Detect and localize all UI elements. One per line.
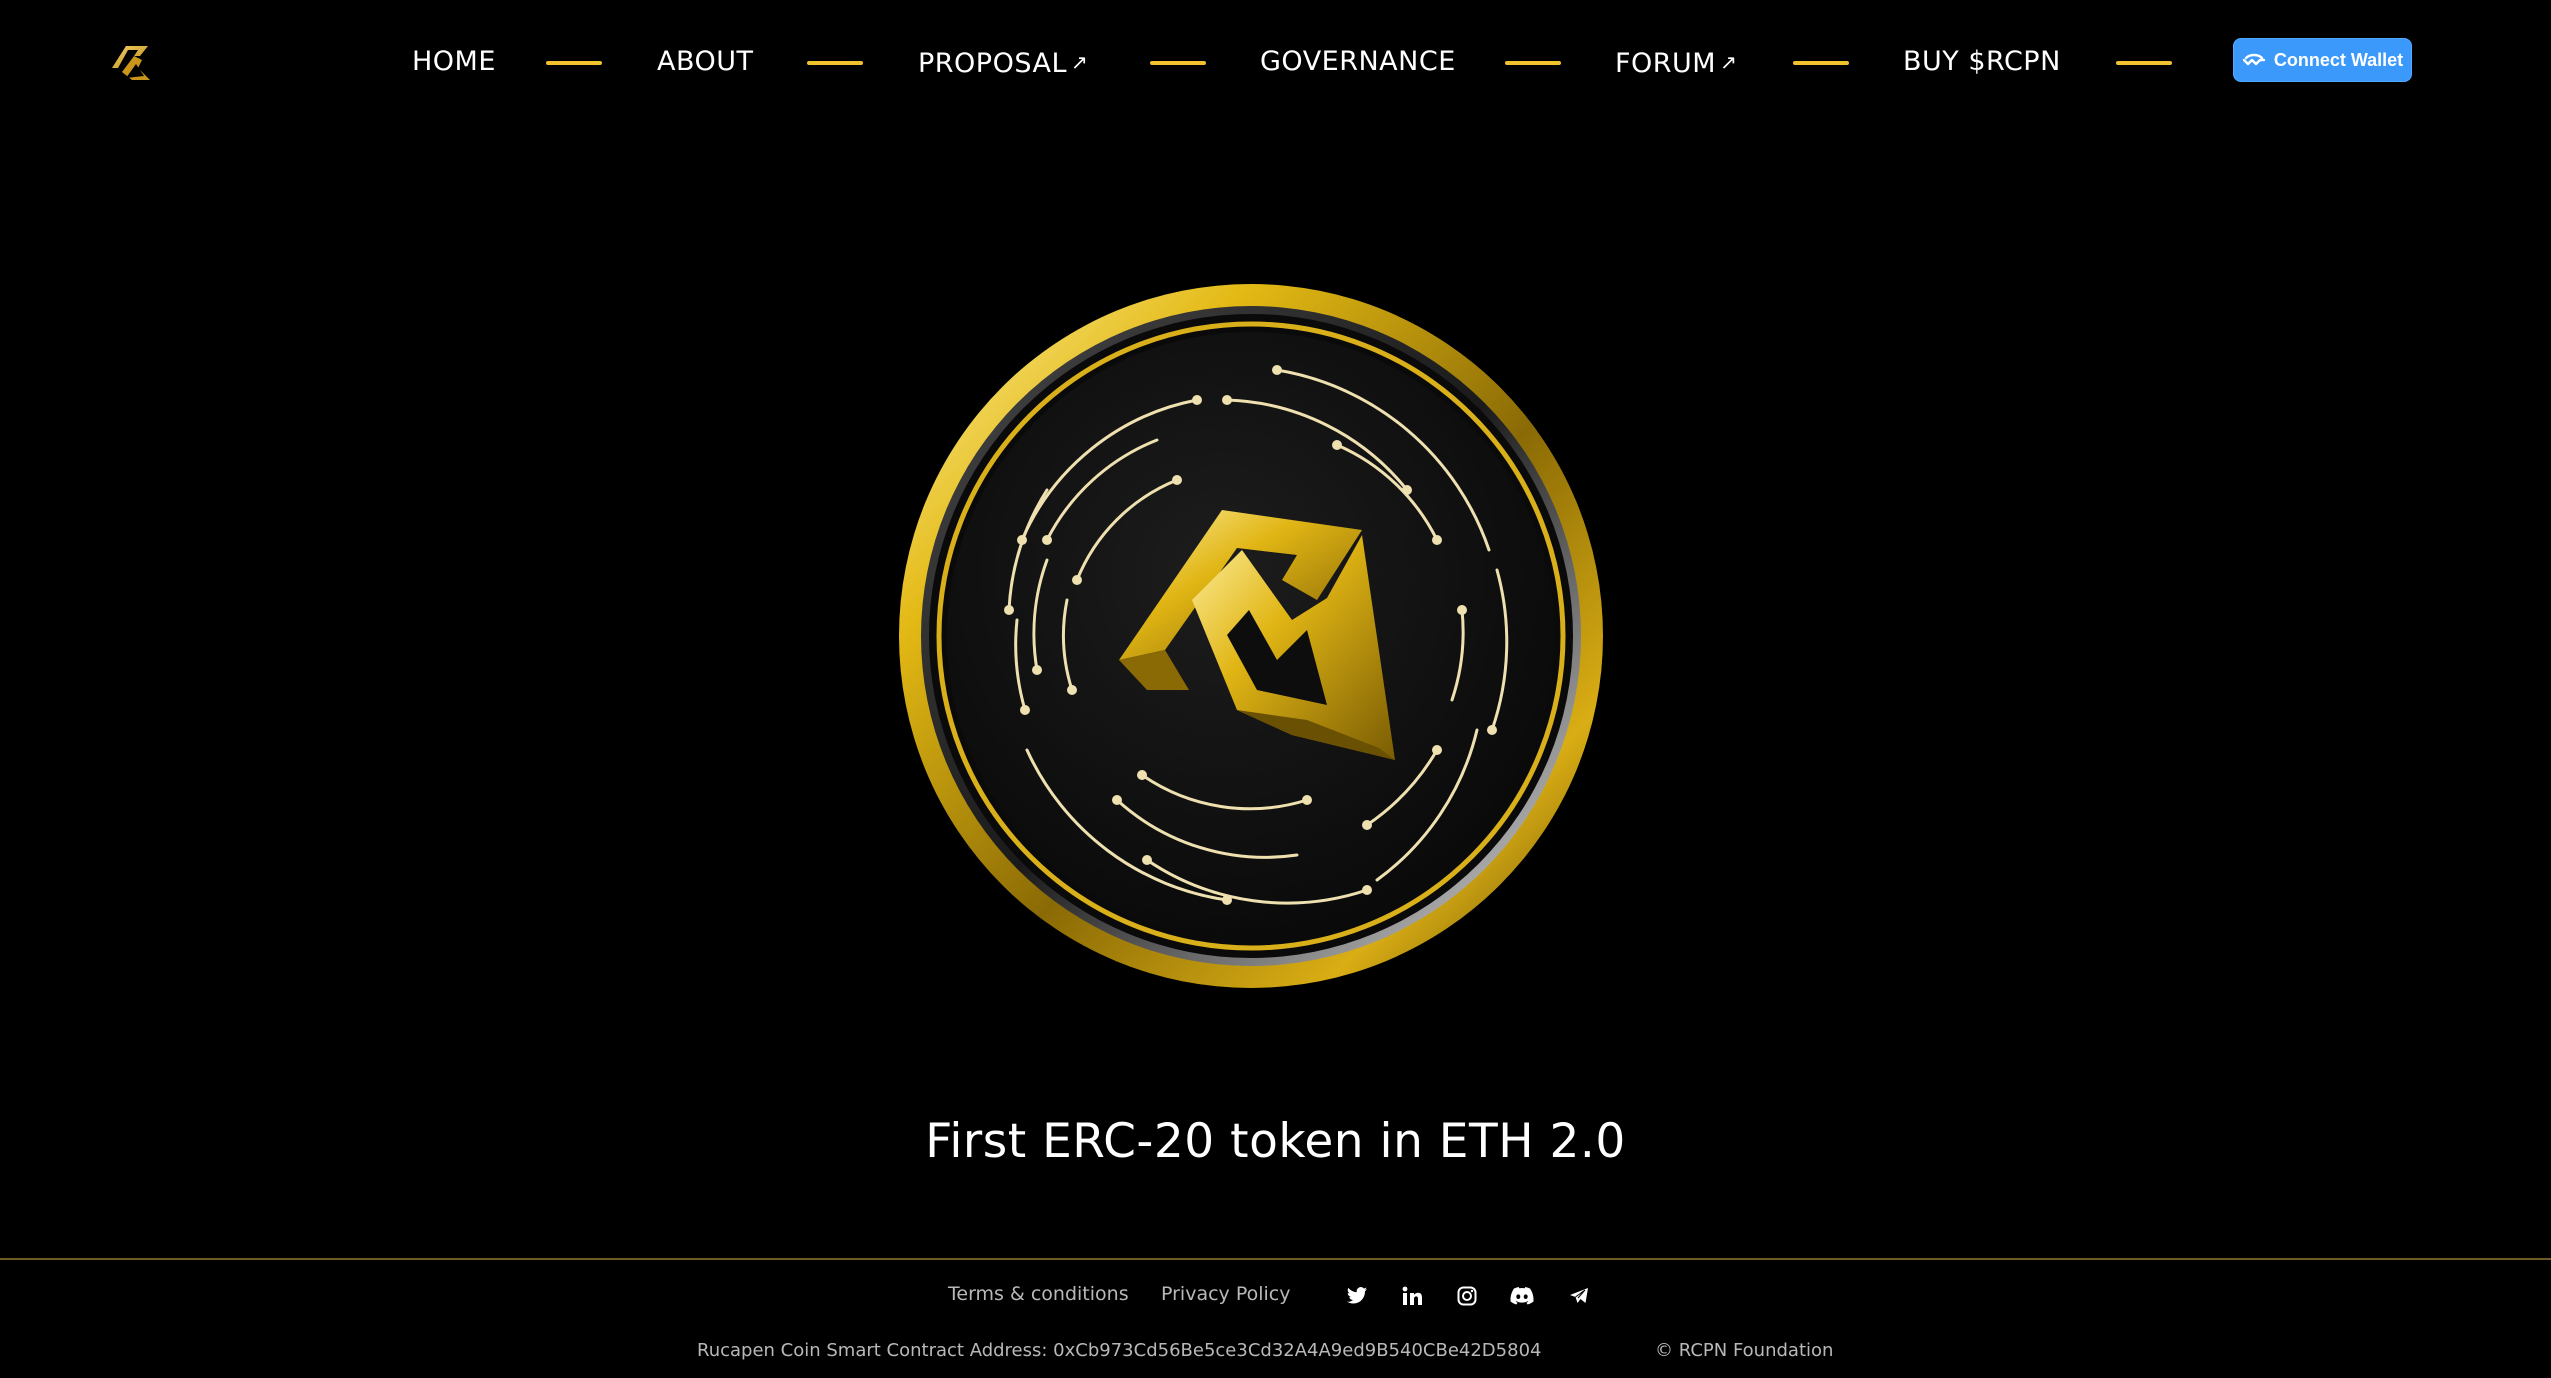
hero-tagline: First ERC-20 token in ETH 2.0 [925,1114,1626,1169]
copyright: © RCPN Foundation [1655,1340,1834,1361]
rcpn-logo-icon[interactable] [108,38,156,86]
external-link-icon: ↗ [1720,50,1738,74]
walletconnect-icon [2242,53,2266,66]
footer-divider [0,1258,2551,1260]
page: HOME ABOUT PROPOSAL ↗ GOVERNANCE FORUM ↗ B… [0,0,2551,1378]
terms-link[interactable]: Terms & conditions [948,1283,1129,1305]
nav-buy-rcpn[interactable]: BUY $RCPN [1903,40,2061,84]
telegram-icon[interactable] [1567,1284,1591,1308]
connect-wallet-button[interactable]: Connect Wallet [2233,38,2412,82]
nav-divider [1150,61,1206,65]
instagram-icon[interactable] [1455,1284,1479,1308]
nav-divider [2116,61,2172,65]
main-navigation: HOME ABOUT PROPOSAL ↗ GOVERNANCE FORUM ↗ B… [400,40,2200,84]
nav-divider [1793,61,1849,65]
linkedin-icon[interactable] [1400,1284,1424,1308]
nav-divider [1505,61,1561,65]
nav-divider [546,61,602,65]
connect-wallet-label: Connect Wallet [2273,49,2404,70]
nav-forum[interactable]: FORUM ↗ [1615,40,1737,84]
nav-home[interactable]: HOME [412,40,496,84]
nav-divider [807,61,863,65]
nav-proposal[interactable]: PROPOSAL ↗ [918,40,1088,84]
twitter-icon[interactable] [1345,1284,1369,1308]
privacy-link[interactable]: Privacy Policy [1161,1283,1290,1305]
nav-governance[interactable]: GOVERNANCE [1260,40,1456,84]
rcpn-coin-icon [897,280,1605,992]
contract-address: Rucapen Coin Smart Contract Address: 0xC… [697,1340,1542,1361]
nav-about[interactable]: ABOUT [657,40,754,84]
discord-icon[interactable] [1510,1284,1534,1308]
external-link-icon: ↗ [1070,50,1089,74]
